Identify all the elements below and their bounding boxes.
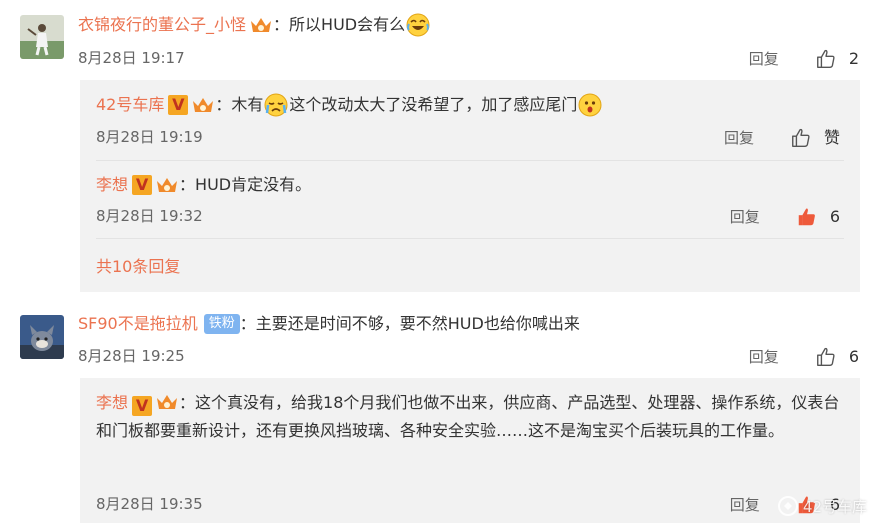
watermark-text: 42号车库 <box>802 497 867 516</box>
comment-text: 所以HUD会有么 <box>289 15 406 34</box>
reply-text: 这个真没有，给我18个月我们也做不出来，供应商、产品选型、处理器、操作系统，仪表… <box>96 393 840 440</box>
reply-button[interactable]: 回复 <box>749 49 779 69</box>
reply-text-part-2: 这个改动太大了没希望了，加了感应尾门 <box>289 95 578 114</box>
avatar[interactable] <box>20 315 64 359</box>
like-count: 2 <box>848 49 859 68</box>
comment-header: 衣锦夜行的董公子_小怪 ： 所以HUD会有么 <box>78 13 431 37</box>
timestamp: 8月28日 19:17 <box>78 49 185 67</box>
comment-text: 主要还是时间不够，要不然HUD也给你喊出来 <box>255 314 580 333</box>
verified-badge-icon: V <box>132 396 153 416</box>
colon: ： <box>179 393 196 412</box>
reply-text-part-1: 木有 <box>231 95 264 114</box>
crown-badge-icon <box>155 175 179 195</box>
reply-item: 42号车库 V ： 木有 这个改动太大了没希望了，加了感应尾门 8月28日 19… <box>80 80 860 160</box>
username[interactable]: 42号车库 <box>96 91 164 119</box>
like-button[interactable]: 6 <box>796 206 840 228</box>
colon: ： <box>215 95 232 114</box>
comment-actions: 回复 2 <box>749 48 859 70</box>
crying-emoji-icon <box>264 93 288 117</box>
username[interactable]: SF90不是拖拉机 <box>78 313 198 335</box>
crown-badge-icon <box>191 95 215 115</box>
like-label: 赞 <box>823 128 840 147</box>
like-count: 6 <box>829 207 840 226</box>
like-count: 6 <box>848 347 859 366</box>
fan-badge: 铁粉 <box>203 314 240 334</box>
reply-button[interactable]: 回复 <box>730 207 760 227</box>
reply-header: 李想 V ：这个真没有，给我18个月我们也做不出来，供应商、产品选型、处理器、操作系… <box>96 389 846 445</box>
crown-badge-icon <box>249 15 273 35</box>
comment-actions: 回复 6 <box>749 346 859 368</box>
comment-1: 衣锦夜行的董公子_小怪 ： 所以HUD会有么 8月28日 19:17 回复 2 <box>0 0 881 80</box>
username[interactable]: 李想 <box>96 171 128 199</box>
thumbs-up-icon <box>816 49 835 68</box>
thumbs-up-icon <box>792 128 810 147</box>
watermark: 42号车库 <box>777 495 867 517</box>
like-button[interactable]: 6 <box>815 346 859 368</box>
baseball-player-avatar-icon <box>20 15 64 59</box>
timestamp: 8月28日 19:19 <box>96 128 203 146</box>
like-button[interactable]: 2 <box>815 48 859 70</box>
reply-actions: 回复 赞 <box>724 127 840 149</box>
reply-button[interactable]: 回复 <box>724 128 754 148</box>
colon: ： <box>179 175 196 194</box>
avatar[interactable] <box>20 15 64 59</box>
verified-badge-icon: V <box>168 95 189 115</box>
reply-item: 李想 V ：这个真没有，给我18个月我们也做不出来，供应商、产品选型、处理器、操作系… <box>80 378 860 523</box>
thumbs-up-icon <box>816 347 835 366</box>
colon: ： <box>273 15 290 34</box>
crown-badge-icon <box>155 392 179 412</box>
username[interactable]: 衣锦夜行的董公子_小怪 <box>78 14 246 36</box>
comment-header: SF90不是拖拉机 铁粉 ： 主要还是时间不够，要不然HUD也给你喊出来 <box>78 313 580 335</box>
like-button[interactable]: 赞 <box>790 127 840 149</box>
surprised-emoji-icon <box>578 93 602 117</box>
reply-text: HUD肯定没有。 <box>195 175 312 194</box>
comment-2: SF90不是拖拉机 铁粉 ： 主要还是时间不够，要不然HUD也给你喊出来 8月2… <box>0 298 881 378</box>
reply-header: 42号车库 V ： 木有 这个改动太大了没希望了，加了感应尾门 <box>96 91 846 119</box>
thumbs-up-filled-icon <box>798 208 815 226</box>
reply-button[interactable]: 回复 <box>749 347 779 367</box>
timestamp: 8月28日 19:35 <box>96 495 203 513</box>
laugh-cry-emoji-icon <box>406 13 430 37</box>
watermark-logo-icon <box>777 496 798 516</box>
verified-badge-icon: V <box>132 175 153 195</box>
cartoon-cat-avatar-icon <box>20 315 64 359</box>
reply-item: 李想 V ： HUD肯定没有。 8月28日 19:32 回复 6 <box>80 160 860 238</box>
reply-thread-1: 42号车库 V ： 木有 这个改动太大了没希望了，加了感应尾门 8月28日 19… <box>80 80 860 292</box>
timestamp: 8月28日 19:25 <box>78 347 185 365</box>
reply-button[interactable]: 回复 <box>730 495 760 515</box>
username[interactable]: 李想 <box>96 393 128 412</box>
timestamp: 8月28日 19:32 <box>96 207 203 225</box>
more-replies-link[interactable]: 共10条回复 <box>96 256 180 278</box>
reply-actions: 回复 6 <box>730 206 840 228</box>
reply-thread-2: 李想 V ：这个真没有，给我18个月我们也做不出来，供应商、产品选型、处理器、操作系… <box>80 378 860 523</box>
reply-header: 李想 V ： HUD肯定没有。 <box>96 171 846 199</box>
divider <box>96 238 844 239</box>
colon: ： <box>239 314 256 333</box>
